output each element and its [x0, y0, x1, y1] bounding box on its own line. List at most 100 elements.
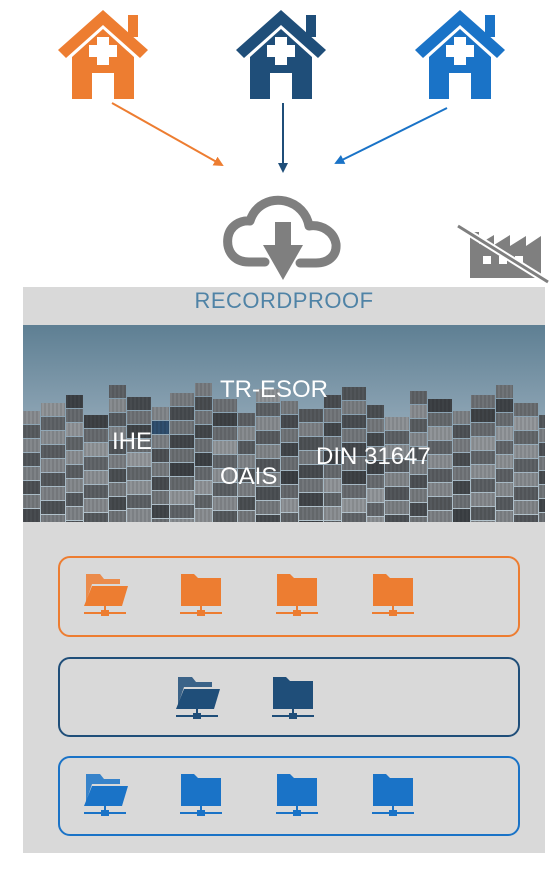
- container-ribs: [342, 513, 366, 522]
- container-ribs: [514, 515, 538, 522]
- arrow-blue: [334, 107, 448, 164]
- folder-open-network-icon[interactable]: [80, 766, 130, 816]
- container-ribs: [238, 413, 255, 426]
- container-ribs: [66, 395, 83, 408]
- container-ribs: [213, 427, 237, 440]
- container-ribs: [195, 509, 212, 522]
- container-image: [23, 325, 545, 522]
- container-ribs: [66, 493, 83, 506]
- container-ribs: [342, 429, 366, 442]
- container-ribs: [109, 413, 126, 426]
- container-ribs: [170, 393, 194, 406]
- container-ribs: [324, 521, 341, 522]
- container-ribs: [170, 477, 194, 490]
- hospital-icon: [58, 10, 148, 99]
- container-ribs: [342, 499, 366, 512]
- container-ribs: [238, 511, 255, 522]
- container-ribs: [471, 437, 495, 450]
- standard-din-31647: DIN 31647: [316, 443, 431, 470]
- container-ribs: [41, 403, 65, 416]
- container-ribs: [410, 489, 427, 502]
- container-ribs: [410, 419, 427, 432]
- folder-network-icon[interactable]: [176, 766, 226, 816]
- container-ribs: [127, 509, 151, 522]
- container-ribs: [195, 481, 212, 494]
- container-ribs: [496, 399, 513, 412]
- container-ribs: [496, 511, 513, 522]
- container-ribs: [41, 417, 65, 430]
- container-ribs: [66, 451, 83, 464]
- container-ribs: [471, 479, 495, 492]
- container-ribs: [256, 501, 280, 514]
- container-ribs: [281, 485, 298, 498]
- folder-open-network-icon[interactable]: [172, 669, 222, 719]
- container-ribs: [514, 403, 538, 416]
- container-ribs: [170, 449, 194, 462]
- container-ribs: [66, 507, 83, 520]
- container-ribs: [471, 451, 495, 464]
- container-ribs: [539, 471, 545, 484]
- folder-network-icon[interactable]: [272, 566, 322, 616]
- folder-network-icon[interactable]: [272, 766, 322, 816]
- panel-title: RECORDPROOF: [194, 288, 374, 313]
- folder-network-icon[interactable]: [268, 669, 318, 719]
- container-ribs: [428, 455, 452, 468]
- folder-network-icon[interactable]: [176, 566, 226, 616]
- folder-network-icon[interactable]: [368, 566, 418, 616]
- container-ribs: [66, 465, 83, 478]
- container-ribs: [539, 513, 545, 522]
- container-ribs: [66, 423, 83, 436]
- folder-open-network-icon[interactable]: [80, 566, 130, 616]
- container-ribs: [453, 495, 470, 508]
- container-ribs: [342, 471, 366, 484]
- container-ribs: [367, 475, 384, 488]
- container-ribs: [213, 413, 237, 426]
- container-ribs: [342, 401, 366, 414]
- container-ribs: [127, 481, 151, 494]
- container-ribs: [471, 465, 495, 478]
- container-ribs: [170, 505, 194, 518]
- container-ribs: [367, 503, 384, 516]
- container-ribs: [367, 419, 384, 432]
- container-ribs: [23, 467, 40, 480]
- container-ribs: [23, 439, 40, 452]
- container-ribs: [170, 435, 194, 448]
- container-ribs: [342, 415, 366, 428]
- container-ribs: [385, 501, 409, 514]
- container-ribs: [170, 421, 194, 434]
- container-ribs: [256, 431, 280, 444]
- container-ribs: [385, 487, 409, 500]
- container-ribs: [453, 509, 470, 522]
- container-ribs: [324, 409, 341, 422]
- container-ribs: [471, 507, 495, 520]
- standard-ihe: IHE: [112, 428, 153, 455]
- container-ribs: [410, 391, 427, 404]
- container-ribs: [324, 507, 341, 520]
- container-ribs: [213, 441, 237, 454]
- container-ribs: [84, 513, 108, 522]
- container-ribs: [367, 405, 384, 418]
- container-ribs: [152, 491, 169, 504]
- container-ribs: [496, 427, 513, 440]
- container-ribs: [109, 497, 126, 510]
- container-ribs: [281, 429, 298, 442]
- container-ribs: [539, 485, 545, 498]
- folder-network-icon[interactable]: [368, 766, 418, 816]
- container-ribs: [23, 453, 40, 466]
- container-ribs: [471, 409, 495, 422]
- cloud-download-icon: [223, 195, 341, 280]
- container-ribs: [428, 511, 452, 522]
- container-ribs: [152, 435, 169, 448]
- container-ribs: [299, 507, 323, 520]
- container-ribs: [84, 429, 108, 442]
- container-ribs: [41, 487, 65, 500]
- container-ribs: [496, 455, 513, 468]
- container-ribs: [109, 385, 126, 398]
- container-ribs: [66, 409, 83, 422]
- container-ribs: [496, 469, 513, 482]
- container-ribs: [514, 417, 538, 430]
- container-ribs: [428, 399, 452, 412]
- container-ribs: [195, 495, 212, 508]
- container-ribs: [342, 485, 366, 498]
- container-ribs: [41, 445, 65, 458]
